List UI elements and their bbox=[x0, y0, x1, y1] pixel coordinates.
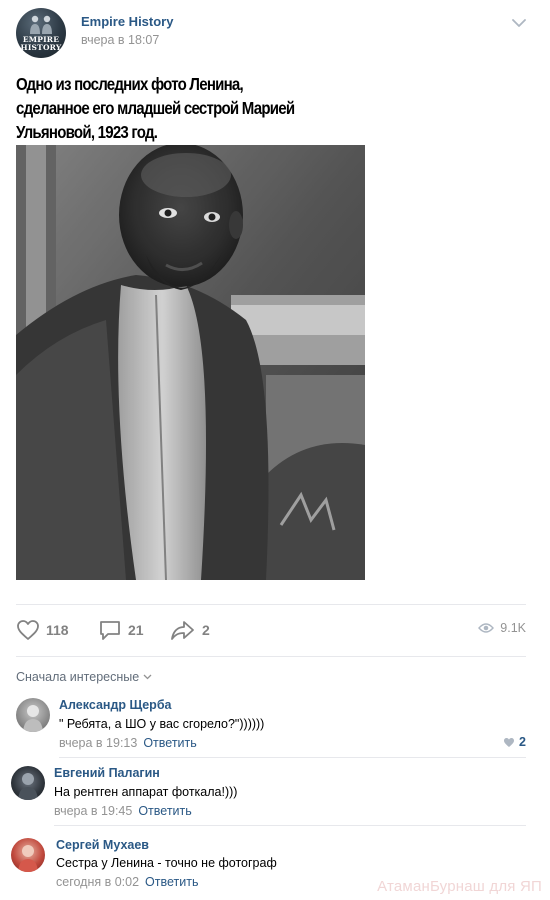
heart-icon bbox=[17, 620, 39, 640]
chevron-down-icon[interactable] bbox=[512, 18, 526, 28]
watermark-text: АтаманБурнаш для ЯП bbox=[377, 878, 542, 895]
like-button[interactable]: 118 bbox=[16, 619, 69, 641]
comment-text: На рентген аппарат фоткала!))) bbox=[54, 785, 238, 799]
comment-time[interactable]: сегодня в 0:02 bbox=[56, 875, 139, 889]
comment-meta: вчера в 19:13 Ответить bbox=[59, 736, 197, 750]
comment-item: Евгений Палагин На рентген аппарат фотка… bbox=[11, 765, 526, 825]
like-count: 118 bbox=[46, 622, 69, 638]
post-photo[interactable] bbox=[16, 145, 365, 580]
sort-label: Сначала интересные bbox=[16, 670, 140, 684]
share-count: 2 bbox=[202, 622, 210, 638]
comment-item: Александр Щерба " Ребята, а ШО у вас сго… bbox=[16, 697, 526, 757]
comment-text: Сестра у Ленина - точно не фотограф bbox=[56, 856, 277, 870]
reply-link[interactable]: Ответить bbox=[145, 875, 198, 889]
group-name-link[interactable]: Empire History bbox=[81, 14, 173, 29]
commenter-avatar[interactable] bbox=[11, 838, 45, 872]
post-actions-bar: 118 21 2 9.1K bbox=[16, 604, 526, 656]
commenter-avatar[interactable] bbox=[11, 766, 45, 800]
comment-separator bbox=[59, 757, 526, 758]
eye-icon bbox=[478, 623, 495, 633]
post-time[interactable]: вчера в 18:07 bbox=[81, 33, 159, 47]
post-text: Одно из последних фото Ленина, сделанное… bbox=[16, 74, 295, 142]
share-icon bbox=[171, 621, 194, 640]
heart-filled-icon bbox=[504, 737, 515, 747]
comment-like-count: 2 bbox=[519, 735, 526, 749]
reply-link[interactable]: Ответить bbox=[143, 736, 196, 750]
comment-author[interactable]: Сергей Мухаев bbox=[56, 838, 149, 852]
avatar-figures-icon bbox=[30, 15, 52, 34]
group-avatar[interactable]: EMPIRE HISTORY bbox=[16, 8, 66, 58]
comment-author[interactable]: Евгений Палагин bbox=[54, 766, 160, 780]
avatar-text: EMPIRE HISTORY bbox=[20, 35, 62, 52]
photo-image bbox=[16, 145, 365, 580]
post-header: EMPIRE HISTORY Empire History вчера в 18… bbox=[16, 8, 534, 58]
comment-time[interactable]: вчера в 19:45 bbox=[54, 804, 132, 818]
person-icon bbox=[23, 705, 43, 732]
chevron-down-icon bbox=[143, 674, 152, 680]
person-icon bbox=[18, 845, 38, 872]
comments-section: Сначала интересные Александр Щерба " Реб… bbox=[11, 656, 526, 889]
comment-button[interactable]: 21 bbox=[98, 619, 144, 641]
comment-meta: сегодня в 0:02 Ответить bbox=[56, 875, 198, 889]
comments-sort-dropdown[interactable]: Сначала интересные bbox=[16, 670, 152, 684]
comment-icon bbox=[100, 621, 120, 640]
comment-separator bbox=[54, 825, 526, 826]
comment-time[interactable]: вчера в 19:13 bbox=[59, 736, 137, 750]
comment-text: " Ребята, а ШО у вас сгорело?")))))) bbox=[59, 717, 265, 731]
comment-author[interactable]: Александр Щерба bbox=[59, 698, 172, 712]
share-button[interactable]: 2 bbox=[170, 619, 210, 641]
views-count: 9.1K bbox=[500, 621, 526, 635]
comment-like-button[interactable]: 2 bbox=[503, 735, 526, 749]
reply-link[interactable]: Ответить bbox=[138, 804, 191, 818]
commenter-avatar[interactable] bbox=[16, 698, 50, 732]
comment-count: 21 bbox=[128, 622, 144, 638]
person-icon bbox=[18, 773, 38, 800]
comment-meta: вчера в 19:45 Ответить bbox=[54, 804, 192, 818]
views-counter: 9.1K bbox=[478, 621, 526, 635]
